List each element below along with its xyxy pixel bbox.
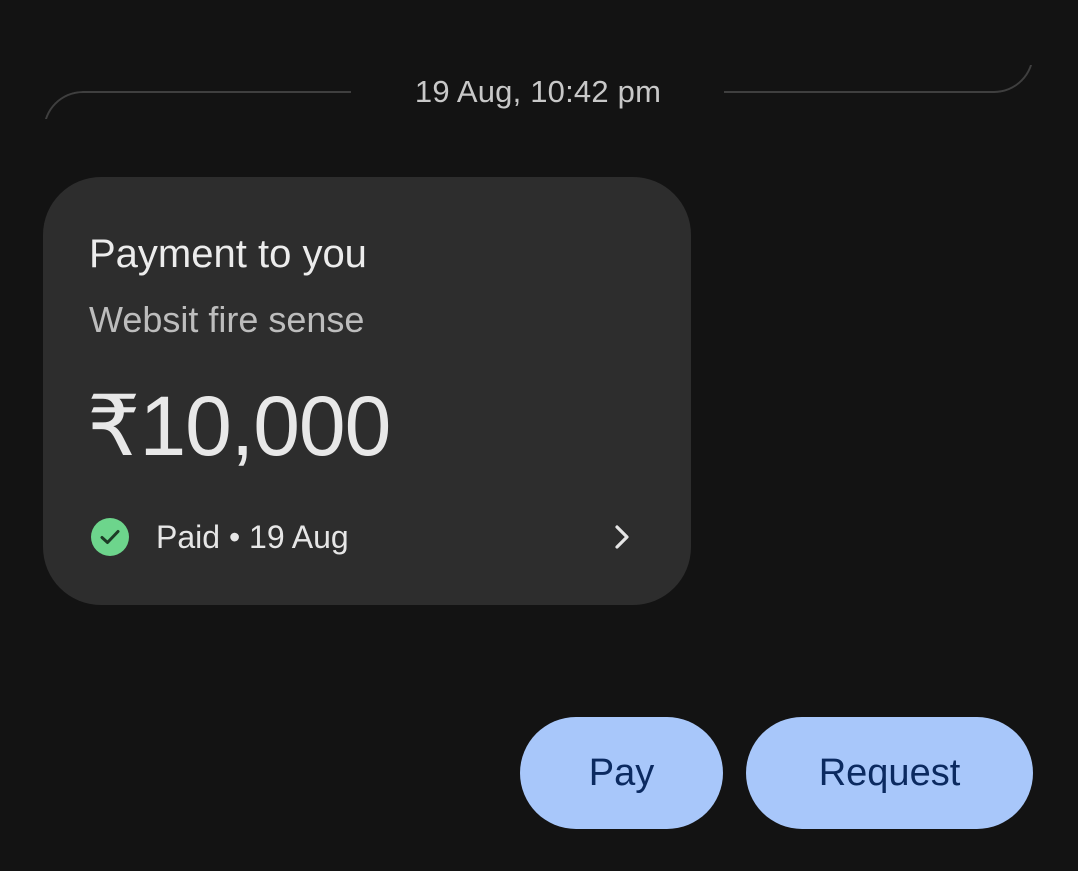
pay-button[interactable]: Pay — [520, 717, 723, 829]
payment-status: Paid • 19 Aug — [91, 517, 349, 557]
payment-title: Payment to you — [89, 232, 367, 276]
request-button[interactable]: Request — [746, 717, 1033, 829]
check-circle-icon — [91, 518, 129, 556]
timestamp-divider-left — [43, 91, 351, 131]
payment-status-label: Paid • 19 Aug — [156, 518, 349, 555]
payment-card[interactable]: Payment to you Websit fire sense ₹10,000… — [43, 177, 691, 605]
chevron-right-icon[interactable] — [613, 524, 631, 550]
message-timestamp: 19 Aug, 10:42 pm — [414, 74, 662, 109]
payment-note: Websit fire sense — [89, 299, 365, 340]
payment-amount: ₹10,000 — [87, 379, 391, 473]
timestamp-divider-right — [724, 53, 1034, 93]
